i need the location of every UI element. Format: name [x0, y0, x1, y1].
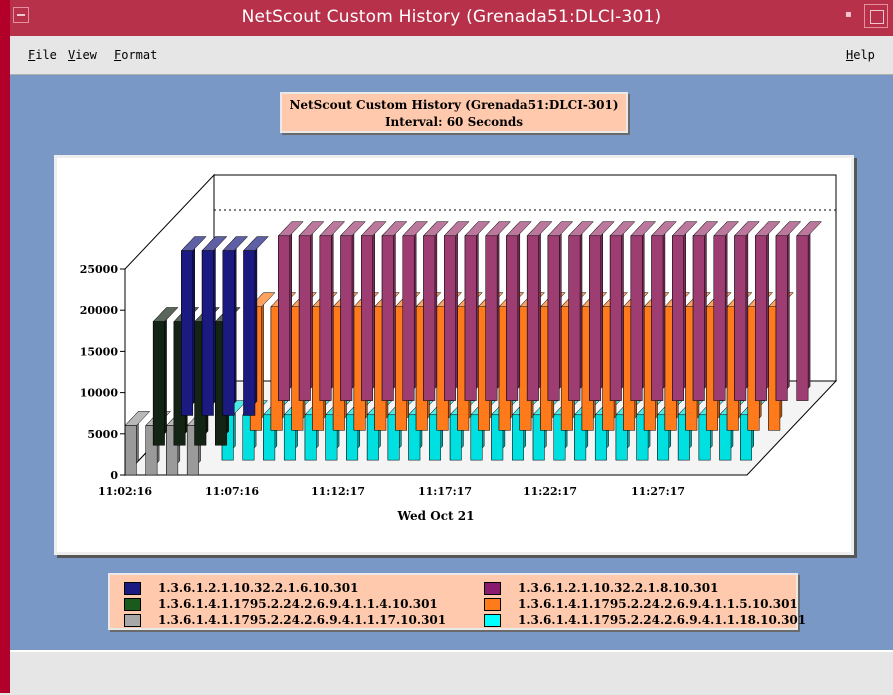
x-tick-label: 11:22:17	[523, 485, 577, 498]
legend-label: 1.3.6.1.4.1.1795.2.24.2.6.9.4.1.1.5.10.3…	[518, 597, 798, 611]
bar	[152, 321, 165, 446]
menu-file-label: File	[28, 48, 57, 62]
x-tick-label: 11:17:17	[418, 485, 472, 498]
status-bar	[10, 650, 893, 695]
bar	[222, 250, 235, 416]
bar	[734, 235, 747, 401]
chart-title: NetScout Custom History (Grenada51:DLCI-…	[289, 98, 619, 112]
x-tick-label: 11:12:17	[311, 485, 365, 498]
title-bar[interactable]: NetScout Custom History (Grenada51:DLCI-…	[10, 0, 893, 36]
x-tick-label: 11:07:16	[205, 485, 259, 498]
chart-subtitle: Interval: 60 Seconds	[384, 115, 524, 129]
legend-swatch	[124, 598, 141, 611]
legend-label: 1.3.6.1.4.1.1795.2.24.2.6.9.4.1.1.17.10.…	[158, 613, 447, 627]
bar	[630, 235, 643, 401]
bar	[609, 235, 622, 401]
bar	[568, 235, 581, 401]
x-axis-label: Wed Oct 21	[397, 509, 475, 523]
bar	[651, 235, 664, 401]
bar	[589, 235, 602, 401]
legend-swatch	[124, 614, 141, 627]
bar	[361, 235, 373, 401]
chart-panel: 0 5000 10000 15000 20000 25000 11:02:16 11:07:1…	[54, 155, 854, 555]
bar	[692, 235, 705, 401]
bar	[319, 235, 332, 401]
menu-bar: File View Format Help	[10, 36, 893, 75]
bar	[485, 235, 498, 401]
bar	[381, 235, 394, 401]
menu-view-label: View	[68, 48, 97, 62]
window-title: NetScout Custom History (Grenada51:DLCI-…	[241, 7, 662, 27]
legend-label: 1.3.6.1.4.1.1795.2.24.2.6.9.4.1.1.4.10.3…	[158, 597, 438, 611]
legend-swatch	[484, 614, 501, 627]
menu-file[interactable]: File	[28, 48, 57, 62]
bar	[464, 235, 477, 401]
maximize-icon	[870, 10, 884, 24]
y-tick-label: 15000	[80, 345, 119, 358]
legend-swatch	[484, 582, 501, 595]
app-window: NetScout Custom History (Grenada51:DLCI-…	[0, 0, 893, 695]
bar	[243, 250, 256, 416]
chart-title-box: NetScout Custom History (Grenada51:DLCI-…	[280, 92, 628, 133]
y-tick-label: 10000	[80, 387, 119, 400]
window-border	[0, 0, 10, 693]
bar	[547, 235, 560, 401]
bar	[124, 425, 137, 476]
bar	[506, 235, 519, 401]
menu-format-label: Format	[114, 48, 158, 62]
bar	[402, 235, 415, 401]
x-tick-label: 11:27:17	[631, 485, 685, 498]
bar	[181, 250, 194, 416]
menu-help-label: Help	[846, 48, 875, 62]
menu-view[interactable]: View	[68, 48, 97, 62]
y-tick-label: 5000	[87, 428, 118, 441]
legend-label: 1.3.6.1.4.1.1795.2.24.2.6.9.4.1.1.18.10.…	[518, 613, 807, 627]
menu-help[interactable]: Help	[846, 48, 875, 62]
bar	[423, 235, 436, 401]
plot-area: NetScout Custom History (Grenada51:DLCI-…	[10, 75, 893, 650]
bar	[278, 235, 291, 401]
bar	[201, 250, 214, 416]
legend-swatch	[124, 582, 141, 595]
legend-label: 1.3.6.1.2.1.10.32.2.1.6.10.301	[158, 581, 359, 595]
bar	[672, 235, 684, 401]
menu-format[interactable]: Format	[114, 48, 157, 62]
maximize-button[interactable]	[864, 4, 888, 28]
bar	[444, 235, 456, 401]
x-tick-label: 11:02:16	[98, 485, 152, 498]
bar	[298, 235, 311, 401]
legend-label: 1.3.6.1.2.1.10.32.2.1.8.10.301	[518, 581, 719, 595]
y-tick-label: 20000	[80, 304, 119, 317]
bar	[526, 235, 539, 401]
bar	[796, 235, 809, 401]
y-tick-label: 25000	[80, 263, 119, 276]
y-tick-label: 0	[110, 469, 118, 482]
minimize-button[interactable]: ▪	[845, 9, 857, 21]
bar	[755, 235, 767, 401]
chart-legend: 1.3.6.1.2.1.10.32.2.1.6.10.301 1.3.6.1.2.…	[108, 573, 806, 630]
bar	[775, 235, 788, 401]
chart-svg: 0 5000 10000 15000 20000 25000 11:02:16 11:07:1…	[80, 173, 838, 523]
bar	[340, 235, 353, 401]
bar	[713, 235, 726, 401]
legend-swatch	[484, 598, 501, 611]
